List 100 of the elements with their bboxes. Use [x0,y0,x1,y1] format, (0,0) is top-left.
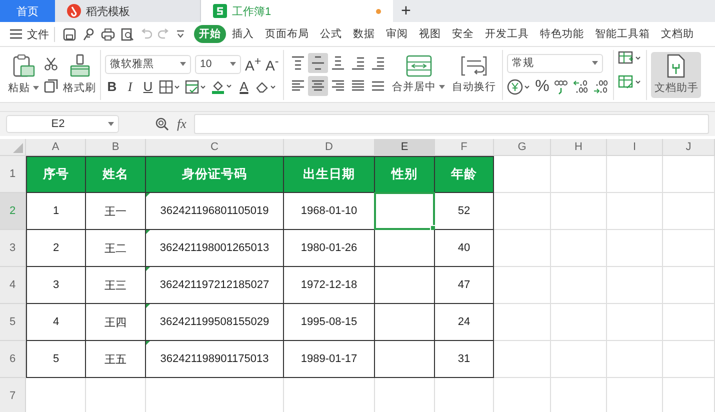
borders-icon[interactable] [159,80,181,94]
magnifier-icon[interactable] [155,117,169,131]
column-header[interactable]: A [26,139,86,156]
print-icon[interactable] [101,28,115,40]
empty-cell [663,230,715,267]
table-cell: 1 [26,193,86,230]
ribbon-tab[interactable]: 页面布局 [260,25,314,43]
document-tab[interactable]: 稻壳模板 [55,0,201,22]
row-header[interactable]: 5 [0,304,26,341]
print-preview-icon[interactable] [121,28,134,40]
new-tab-button[interactable]: + [393,0,419,22]
empty-cell [663,304,715,341]
header-cell: 出生日期 [284,156,375,193]
ribbon-tab[interactable]: 安全 [447,25,479,43]
ribbon-tab[interactable]: 公式 [315,25,347,43]
column-header[interactable]: C [146,139,284,156]
empty-cell [494,230,551,267]
ribbon-tab[interactable]: 插入 [227,25,259,43]
paint-brush-icon [68,54,92,78]
currency-icon[interactable] [507,78,532,94]
column-header[interactable]: F [435,139,494,156]
ribbon-tab[interactable]: 开发工具 [480,25,534,43]
table-cell: 1968-01-10 [284,193,375,230]
underline-button[interactable]: U [141,79,155,94]
save-icon[interactable] [63,28,76,40]
thousands-separator-icon[interactable] [553,78,570,94]
table-cell: 31 [435,341,494,378]
conditional-format-icon[interactable] [618,74,642,90]
column-header[interactable]: G [494,139,551,156]
percent-button[interactable]: % [535,78,550,96]
copy-icon[interactable] [44,78,58,92]
format-painter-button[interactable]: 格式刷 [63,54,96,95]
column-header[interactable]: H [551,139,607,156]
ribbon-tab[interactable]: 文档助 [656,25,699,43]
empty-cell [494,267,551,304]
ribbon-tab[interactable]: 审阅 [381,25,413,43]
row-header[interactable]: 4 [0,267,26,304]
header-cell: 年龄 [435,156,494,193]
empty-cell [607,193,663,230]
ribbon-tab[interactable]: 数据 [348,25,380,43]
scissors-icon[interactable] [44,56,58,70]
wrap-text-button[interactable]: 自动换行 [450,55,498,94]
cell-style-icon[interactable] [185,80,207,94]
font-select[interactable]: 微软雅黑 [105,54,191,74]
italic-button[interactable]: I [123,78,137,94]
decrease-font-button[interactable]: A$^{-}$ [265,54,280,74]
empty-cell [551,341,607,378]
row-header[interactable]: 1 [0,156,26,193]
eraser-icon[interactable] [255,80,277,94]
name-box[interactable]: E2 [6,115,119,133]
wrap-text-icon [461,55,488,77]
decrease-decimal-icon[interactable] [593,78,610,94]
alignment-button[interactable] [308,76,328,96]
ribbon-tab[interactable]: 特色功能 [535,25,589,43]
document-tab[interactable]: 首页 [0,0,55,22]
merge-cells-icon [406,55,432,77]
column-header[interactable]: D [284,139,375,156]
caret-icon [108,122,114,126]
fill-color-icon[interactable] [211,79,233,94]
caret-icon [439,85,446,89]
alignment-icon [370,55,386,71]
ribbon-tab[interactable]: 视图 [414,25,446,43]
alignment-icon [290,55,306,71]
empty-cell [607,156,663,193]
table-cell: 40 [435,230,494,267]
empty-cell [494,304,551,341]
font-color-button[interactable]: A [237,79,251,94]
table-cell: 362421199508155029 [146,304,284,341]
tool-icon[interactable] [82,28,95,40]
header-cell: 序号 [26,156,86,193]
bold-button[interactable]: B [105,79,119,94]
empty-cell [663,156,715,193]
dropdown-icon[interactable] [176,30,185,38]
table-cell: 2 [26,230,86,267]
alignment-icon [330,55,346,71]
triangle-icon [13,143,23,153]
column-header[interactable]: I [607,139,663,156]
table-format-icon[interactable] [618,50,642,66]
ribbon-tab[interactable]: 智能工具箱 [590,25,655,43]
file-menu-button[interactable]: 文件 [10,26,49,42]
column-header[interactable]: B [86,139,146,156]
column-header[interactable]: E [375,139,435,156]
table-cell: 1972-12-18 [284,267,375,304]
row-header[interactable]: 7 [0,378,26,412]
increase-decimal-icon[interactable] [573,78,590,94]
function-label[interactable]: fx [177,116,186,132]
row-header[interactable]: 3 [0,230,26,267]
merge-center-button[interactable]: 合并居中 [392,55,446,94]
paste-button[interactable]: 粘贴 [8,54,39,95]
alignment-button[interactable] [308,53,328,73]
empty-cell [494,341,551,378]
row-header[interactable]: 6 [0,341,26,378]
table-cell: 1980-01-26 [284,230,375,267]
increase-font-button[interactable]: A$^{+}$ [245,54,262,74]
font-size-select[interactable]: 10 [195,54,241,74]
document-assistant-button[interactable]: 文档助手 [651,52,702,98]
number-format-select[interactable]: 常规 [507,54,604,72]
column-header[interactable]: J [663,139,715,156]
formula-input-field[interactable] [194,114,709,134]
table-cell: 47 [435,267,494,304]
